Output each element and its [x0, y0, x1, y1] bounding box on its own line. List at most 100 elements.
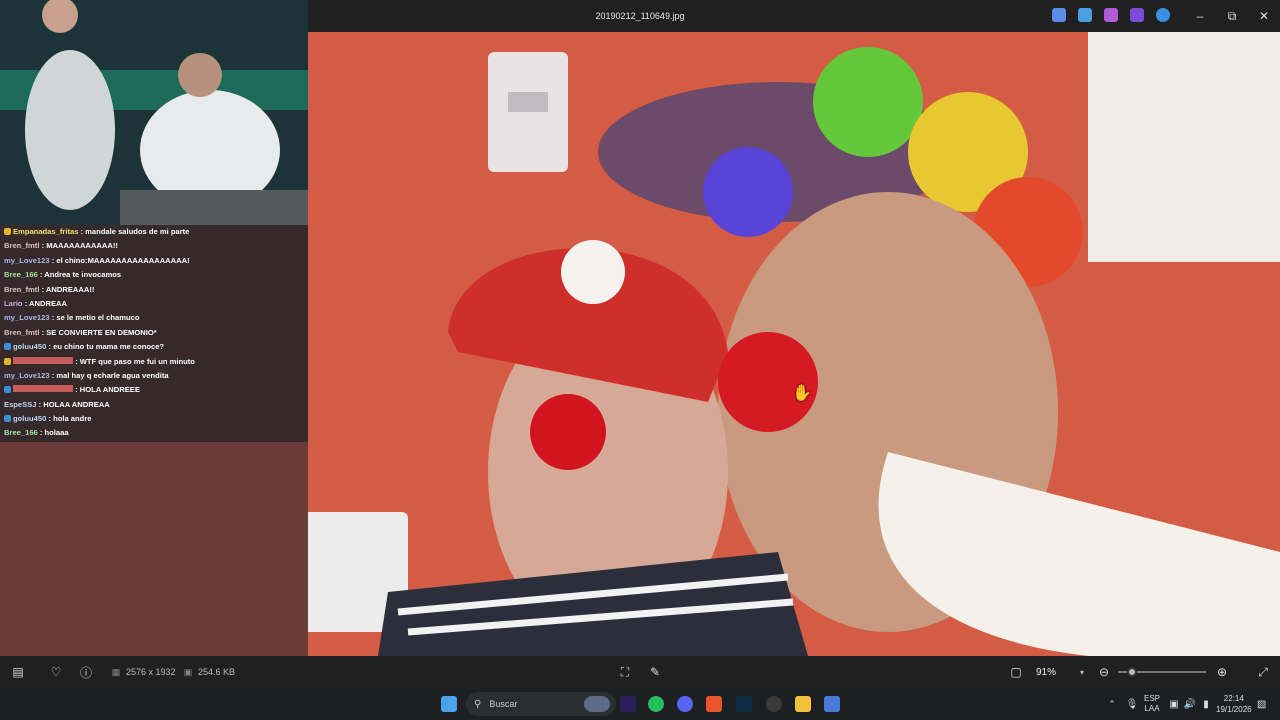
- notification-icon[interactable]: ▧: [1254, 696, 1270, 712]
- chat-text: : ANDREAAA!!: [39, 284, 95, 294]
- chat-message: Bren_fmtl : SE CONVIERTE EN DEMONIO*: [0, 326, 308, 340]
- chat-text: : se le metio el chamuco: [49, 313, 140, 323]
- language-top: ESP: [1144, 694, 1161, 703]
- chat-badge-icon: [4, 343, 11, 351]
- chat-message: : HOLA ANDREEE: [0, 383, 308, 397]
- webcam-overlay: [0, 0, 308, 225]
- language-indicator[interactable]: ESP LAA: [1144, 694, 1160, 714]
- chat-message: my_Love123 : mal hay q echarle agua vend…: [0, 369, 308, 383]
- edit-image-icon[interactable]: ✎: [647, 664, 663, 680]
- file-size-icon: ▣: [183, 666, 193, 677]
- chat-username: EspeSSJ: [4, 399, 37, 409]
- chat-message: Empanadas_fritas : mandale saludos de mi…: [0, 225, 308, 239]
- stream-chat-overlay: Empanadas_fritas : mandale saludos de mi…: [0, 225, 308, 442]
- chat-message: my_Love123 : se le metio el chamuco: [0, 311, 308, 325]
- chat-message: Bren_fmtl : ANDREAAA!!: [0, 283, 308, 297]
- chat-text: : el chino:MAAAAAAAAAAAAAAAAA!: [49, 255, 190, 265]
- photoshop-icon[interactable]: [736, 696, 752, 712]
- close-icon[interactable]: ✕: [1248, 0, 1280, 32]
- paint-icon[interactable]: [1078, 8, 1092, 22]
- chevron-down-icon: ▾: [1079, 667, 1084, 677]
- zoom-in-icon[interactable]: ⊕: [1214, 664, 1230, 680]
- chat-text: : HOLAA ANDREAA: [36, 399, 110, 409]
- chat-badge-icon: [4, 386, 11, 394]
- clock-date: 19/1/2026: [1216, 705, 1252, 714]
- chat-username: my_Love123: [4, 255, 50, 265]
- chat-username: Empanadas_fritas: [13, 227, 79, 236]
- filmstrip-icon[interactable]: ▤: [10, 664, 26, 680]
- chat-message: EspeSSJ : HOLAA ANDREAA: [0, 398, 308, 412]
- chat-badge-icon: [4, 357, 11, 365]
- chat-badge-icon: [4, 228, 11, 235]
- chat-username: Bren_fmtl: [4, 241, 40, 251]
- search-icon: ⚲: [474, 698, 482, 710]
- clock-time: 22:14: [1223, 694, 1244, 703]
- dimensions-icon: ▦: [111, 666, 121, 677]
- search-placeholder: Buscar: [489, 699, 518, 709]
- chat-username: goluu450: [13, 414, 47, 424]
- chat-text: : holaaa: [37, 428, 69, 438]
- chat-text: : eu chino tu mama me conoce?: [46, 342, 165, 352]
- whatsapp-icon[interactable]: [648, 696, 664, 712]
- full-screen-icon[interactable]: ⤢: [1255, 664, 1271, 680]
- zoom-dropdown[interactable]: 91% ▾: [1030, 662, 1090, 682]
- premiere-icon[interactable]: [620, 696, 636, 712]
- battery-icon[interactable]: ▮: [1198, 696, 1214, 712]
- chat-text: : HOLA ANDREEE: [73, 385, 140, 395]
- chat-text: : mandale saludos de mi parte: [78, 227, 190, 236]
- taskbar-search[interactable]: ⚲ Buscar: [466, 692, 616, 716]
- zoom-out-icon[interactable]: ⊖: [1096, 664, 1112, 680]
- info-icon[interactable]: ⓘ: [78, 664, 94, 680]
- microphone-icon[interactable]: 🎙: [1124, 696, 1140, 712]
- chat-message: goluu450 : eu chino tu mama me conoce?: [0, 340, 308, 354]
- brave-icon[interactable]: [706, 696, 722, 712]
- chat-username: Bren_fmtl: [4, 284, 40, 294]
- viewer-toolbar: ▤ ♡ ⓘ ▦ 2576 x 1932 ▣ 254.6 KB ⛶ ✎ ▢ 91%…: [0, 656, 1280, 688]
- language-bottom: LAA: [1144, 704, 1160, 713]
- fit-to-window-icon[interactable]: ▢: [1008, 664, 1024, 680]
- chat-message: my_Love123 : el chino:MAAAAAAAAAAAAAAAAA…: [0, 254, 308, 268]
- photos-icon[interactable]: [824, 696, 840, 712]
- image-dimensions: 2576 x 1932: [126, 667, 176, 677]
- crop-icon[interactable]: ⛶: [617, 664, 633, 680]
- designer-icon[interactable]: [1104, 8, 1118, 22]
- minimize-icon[interactable]: –: [1184, 0, 1216, 32]
- chat-text: : Andrea te invocamos: [37, 270, 122, 280]
- chat-message: goluu450 : hola andre: [0, 412, 308, 426]
- widget-icon: [584, 696, 610, 712]
- chat-text: : mal hay q echarle agua vendita: [49, 370, 169, 380]
- file-explorer-icon[interactable]: [795, 696, 811, 712]
- chat-username: my_Love123: [4, 313, 50, 323]
- maximize-icon[interactable]: ⧉: [1216, 0, 1248, 32]
- chat-username: Bree_166: [4, 270, 38, 280]
- chat-text: : hola andre: [46, 414, 92, 424]
- volume-icon[interactable]: 🔊: [1182, 696, 1198, 712]
- network-icon[interactable]: ▣: [1166, 696, 1182, 712]
- zoom-value: 91%: [1036, 666, 1057, 678]
- chat-username: [13, 385, 73, 393]
- discord-icon[interactable]: [677, 696, 693, 712]
- chat-text: : SE CONVIERTE EN DEMONIO*: [39, 327, 157, 337]
- onedrive-icon[interactable]: [1156, 8, 1170, 22]
- show-hidden-icons-icon[interactable]: ⌃: [1104, 696, 1120, 712]
- header-app-shortcuts: [1052, 8, 1170, 22]
- chat-username: [13, 356, 73, 364]
- clock[interactable]: 22:14 19/1/2026: [1216, 693, 1252, 715]
- photo-canvas[interactable]: [308, 32, 1280, 656]
- photo-image: [308, 32, 1280, 656]
- chat-username: my_Love123: [4, 370, 50, 380]
- chat-badge-icon: [4, 415, 11, 423]
- clipchamp-icon[interactable]: [1130, 8, 1144, 22]
- chat-message: Bren_fmtl : MAAAAAAAAAAA!!: [0, 239, 308, 253]
- chat-username: Lario: [4, 298, 23, 308]
- chat-message: Bree_166 : Andrea te invocamos: [0, 268, 308, 282]
- obs-icon[interactable]: [766, 696, 782, 712]
- chat-username: goluu450: [13, 342, 47, 352]
- chat-message: Bree_166 : holaaa: [0, 426, 308, 440]
- copilot-icon[interactable]: [1052, 8, 1066, 22]
- favorite-heart-icon[interactable]: ♡: [48, 664, 64, 680]
- chat-message: Lario : ANDREAA: [0, 297, 308, 311]
- chat-text: : WTF que paso me fui un minuto: [73, 356, 195, 366]
- hand-cursor-icon: ✋: [792, 385, 812, 402]
- windows-start-icon[interactable]: [441, 696, 457, 712]
